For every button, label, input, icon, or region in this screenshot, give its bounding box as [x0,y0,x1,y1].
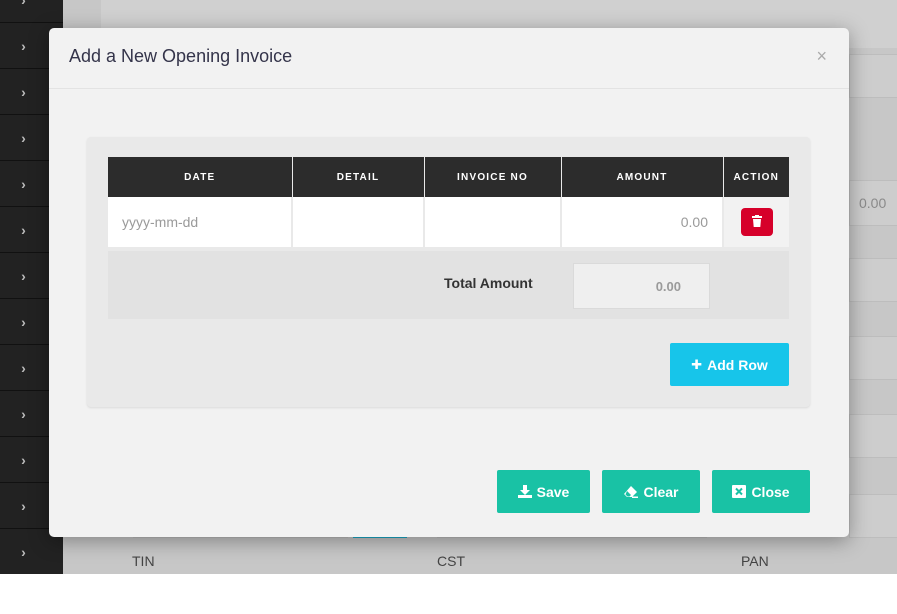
invoice-table: DATE DETAIL INVOICE NO AMOUNT ACTION [108,157,789,247]
chevron-right-icon: › [21,497,26,514]
close-icon[interactable]: × [816,46,827,67]
chevron-right-icon: › [21,451,26,468]
column-header-detail: DETAIL [292,157,425,197]
invoice-card: DATE DETAIL INVOICE NO AMOUNT ACTION yyy… [87,137,810,407]
background-field [849,414,897,458]
chevron-right-icon: › [21,37,26,54]
background-field [849,336,897,380]
invoice-no-cell [424,197,562,247]
detail-cell [292,197,425,247]
save-button[interactable]: Save [497,470,590,513]
clear-button[interactable]: Clear [602,470,700,513]
total-amount-label: Total Amount [444,275,533,291]
modal-title: Add a New Opening Invoice [69,46,293,66]
action-cell [723,197,789,247]
background-field [849,54,897,98]
close-button[interactable]: Close [712,470,810,513]
delete-row-button[interactable] [740,208,773,236]
chevron-right-icon: › [21,267,26,284]
chevron-right-icon: › [21,359,26,376]
save-label: Save [536,483,570,500]
detail-input[interactable] [293,199,423,245]
sidebar-item[interactable]: › [0,0,63,23]
cst-label: CST [437,553,465,569]
chevron-right-icon: › [21,405,26,422]
amount-input[interactable] [562,199,722,245]
background-field [849,494,897,538]
invoice-no-input[interactable] [425,199,560,245]
total-amount-value: 0.00 [573,263,710,309]
amount-cell [561,197,724,247]
chevron-right-icon: › [21,0,26,8]
chevron-right-icon: › [21,313,26,330]
background-amount: 0.00 [859,195,887,211]
pan-label: PAN [741,553,769,569]
trash-icon [751,215,762,227]
chevron-right-icon: › [21,221,26,238]
chevron-right-icon: › [21,175,26,192]
chevron-right-icon: › [21,543,26,560]
background-field [849,258,897,302]
column-header-amount: AMOUNT [561,157,724,197]
add-row-label: Add Row [707,356,768,373]
total-row: Total Amount 0.00 [108,251,789,319]
clear-label: Clear [643,483,679,500]
close-label: Close [751,483,790,500]
table-header-row: DATE DETAIL INVOICE NO AMOUNT ACTION [108,157,789,197]
eraser-icon [624,485,639,498]
opening-invoice-modal: Add a New Opening Invoice × DATE DETAIL … [49,28,849,537]
chevron-right-icon: › [21,129,26,146]
column-header-date: DATE [108,157,293,197]
download-icon [517,485,532,498]
modal-header: Add a New Opening Invoice × [49,28,849,89]
column-header-action: ACTION [723,157,789,197]
tin-label: TIN [132,553,155,569]
close-square-icon [732,485,747,498]
column-header-invoice-no: INVOICE NO [424,157,562,197]
plus-icon: ✚ [691,356,703,372]
table-row [108,197,789,247]
chevron-right-icon: › [21,83,26,100]
date-cell [108,197,293,247]
date-input[interactable] [108,199,291,245]
add-row-button[interactable]: ✚ Add Row [670,343,789,386]
